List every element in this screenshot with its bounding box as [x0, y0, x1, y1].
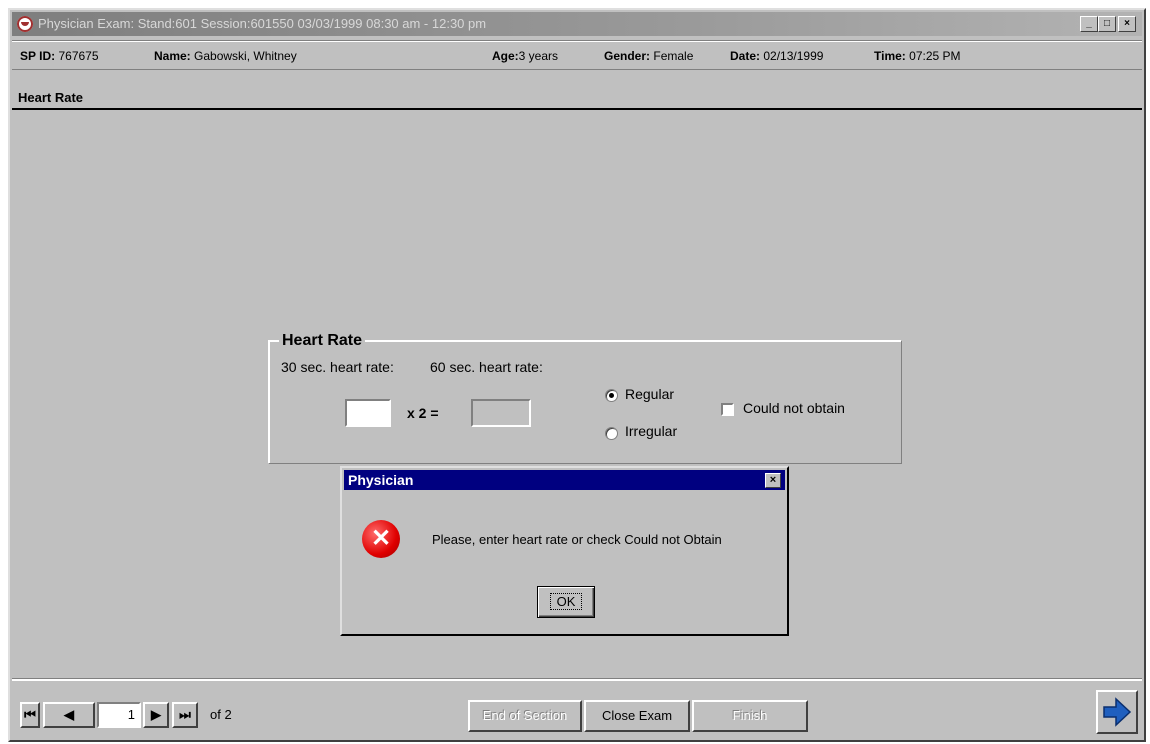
- minimize-button[interactable]: _: [1080, 16, 1098, 32]
- exam-time: Time: 07:25 PM: [874, 49, 961, 63]
- dialog-close-button[interactable]: ×: [765, 473, 781, 488]
- section-title: Heart Rate: [18, 90, 84, 105]
- patient-age: Age:3 years: [492, 49, 559, 63]
- title-bar[interactable]: Physician Exam: Stand:601 Session:601550…: [12, 12, 1142, 36]
- label-30-sec: 30 sec. heart rate:: [281, 359, 394, 375]
- prev-page-icon: ◀: [64, 707, 74, 722]
- ok-button-label: OK: [549, 593, 583, 610]
- last-page-button[interactable]: ⏭: [172, 702, 198, 728]
- regular-label[interactable]: Regular: [625, 386, 674, 402]
- end-of-section-button[interactable]: End of Section: [468, 700, 582, 732]
- page-count-label: of 2: [210, 707, 232, 722]
- dialog-message: Please, enter heart rate or check Could …: [432, 532, 722, 547]
- irregular-label[interactable]: Irregular: [625, 423, 677, 439]
- patient-info-bar: SP ID: 767675 Name: Gabowski, Whitney Ag…: [12, 40, 1142, 70]
- error-icon: ✕: [362, 520, 400, 558]
- irregular-radio[interactable]: [605, 427, 618, 440]
- ok-button[interactable]: OK: [537, 586, 595, 618]
- patient-name: Name: Gabowski, Whitney: [154, 49, 297, 63]
- finish-button[interactable]: Finish: [692, 700, 808, 732]
- section-divider: [12, 108, 1142, 110]
- multiplier-label: x 2 =: [407, 405, 439, 421]
- could-not-obtain-label[interactable]: Could not obtain: [743, 400, 845, 416]
- first-page-icon: ⏮: [24, 707, 36, 722]
- dialog-title-bar[interactable]: Physician ×: [344, 470, 785, 490]
- heart-rate-group-label: Heart Rate: [279, 332, 366, 350]
- label-60-sec: 60 sec. heart rate:: [430, 359, 543, 375]
- last-page-icon: ⏭: [179, 707, 191, 722]
- exam-date: Date: 02/13/1999: [730, 49, 824, 63]
- could-not-obtain-checkbox[interactable]: [721, 403, 734, 416]
- heart-rate-30-input[interactable]: [345, 399, 391, 427]
- app-icon: [17, 16, 33, 32]
- heart-rate-group: Heart Rate 30 sec. heart rate: 60 sec. h…: [268, 332, 902, 464]
- maximize-button[interactable]: □: [1098, 16, 1116, 32]
- next-section-button[interactable]: [1096, 690, 1138, 734]
- error-dialog: Physician × ✕ Please, enter heart rate o…: [340, 466, 789, 636]
- close-window-button[interactable]: ×: [1118, 16, 1136, 32]
- window-title: Physician Exam: Stand:601 Session:601550…: [38, 16, 487, 31]
- page-number-field[interactable]: 1: [97, 702, 141, 728]
- patient-gender: Gender: Female: [604, 49, 694, 63]
- prev-page-button[interactable]: ◀: [43, 702, 95, 728]
- first-page-button[interactable]: ⏮: [20, 702, 40, 728]
- sp-id: SP ID: 767675: [20, 49, 99, 63]
- next-arrow-icon: [1103, 697, 1132, 727]
- next-page-icon: ▶: [151, 707, 161, 722]
- dialog-title: Physician: [348, 472, 414, 488]
- heart-rate-60-field: [471, 399, 531, 427]
- regular-radio[interactable]: [605, 389, 618, 402]
- bottom-divider: [12, 678, 1142, 681]
- app-window: Physician Exam: Stand:601 Session:601550…: [8, 8, 1146, 742]
- close-exam-button[interactable]: Close Exam: [584, 700, 690, 732]
- next-page-button[interactable]: ▶: [143, 702, 169, 728]
